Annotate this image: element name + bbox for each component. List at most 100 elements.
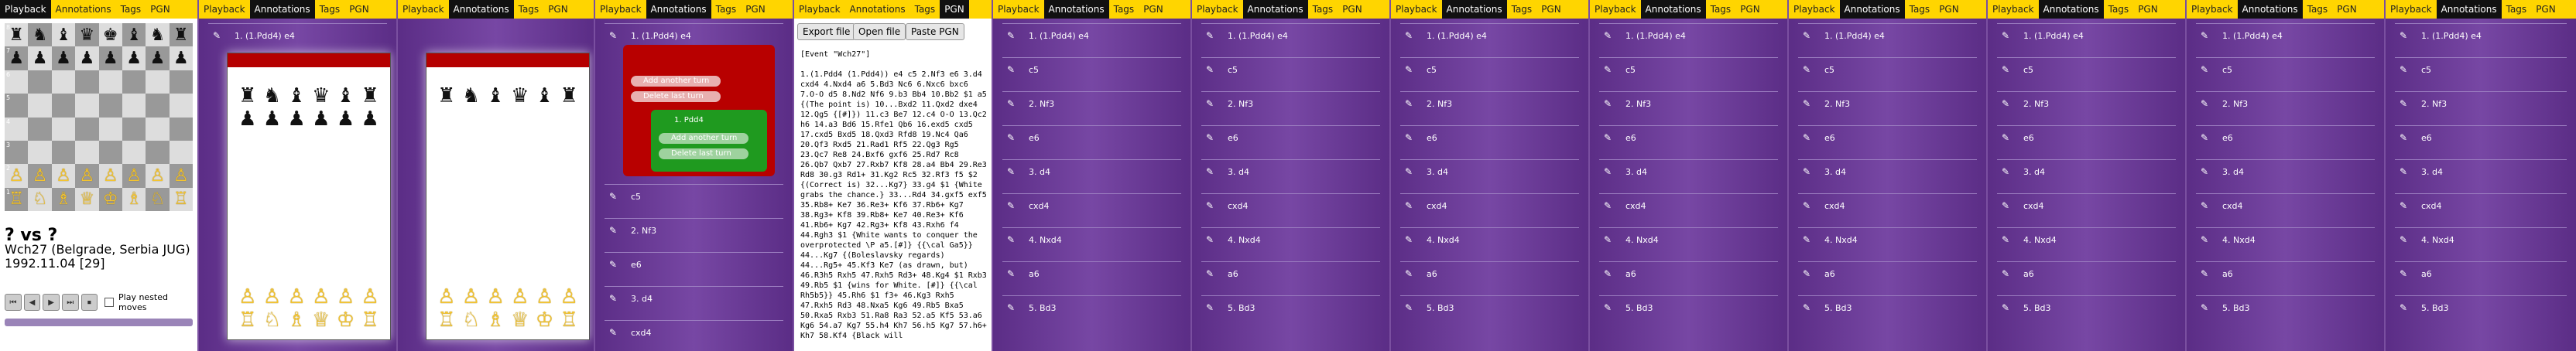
move-row[interactable]: ✎ 1. (1.Pdd4) e4: [1002, 23, 1181, 47]
chess-piece[interactable]: ♙: [56, 166, 71, 186]
edit-icon[interactable]: ✎: [1803, 166, 1814, 177]
move-row[interactable]: ✎ a6: [1599, 261, 1778, 285]
edit-icon[interactable]: ✎: [2002, 234, 2012, 245]
add-turn-button[interactable]: Add another turn: [659, 133, 748, 144]
chess-piece[interactable]: ♝: [126, 26, 142, 45]
board-square[interactable]: [75, 140, 99, 165]
tab-annotations[interactable]: Annotations: [1640, 0, 1706, 19]
edit-icon[interactable]: ✎: [2400, 166, 2410, 177]
tab-pgn[interactable]: PGN: [146, 0, 175, 19]
chess-piece[interactable]: ♖: [9, 189, 24, 209]
edit-icon[interactable]: ✎: [1206, 64, 1217, 75]
board-square[interactable]: ♚: [98, 23, 122, 47]
tab-pgn[interactable]: PGN: [2133, 0, 2163, 19]
tab-tags[interactable]: Tags: [1507, 0, 1537, 19]
chess-piece[interactable]: ♙: [79, 166, 94, 186]
tab-pgn[interactable]: PGN: [1139, 0, 1168, 19]
chess-piece[interactable]: ♛: [79, 26, 94, 45]
next-move-button[interactable]: ▶: [43, 294, 60, 311]
board-square[interactable]: [146, 140, 170, 165]
move-row[interactable]: ✎ 1. (1.Pdd4) e4: [1599, 23, 1778, 47]
move-row[interactable]: ✎ c5: [1997, 57, 2176, 81]
edit-icon[interactable]: ✎: [2002, 166, 2012, 177]
chess-piece[interactable]: ♙: [33, 166, 48, 186]
edit-icon[interactable]: ✎: [2400, 234, 2410, 245]
board-square[interactable]: [146, 117, 170, 141]
move-row[interactable]: ✎ 1. (1.Pdd4) e4: [1997, 23, 2176, 47]
edit-icon[interactable]: ✎: [2002, 268, 2012, 279]
move-row[interactable]: ✎ 2. Nf3: [1002, 91, 1181, 115]
board-square[interactable]: ♟: [28, 46, 52, 70]
export-file-button[interactable]: Export file: [797, 23, 856, 40]
move-row[interactable]: ✎ e6: [1201, 125, 1380, 149]
tab-pgn[interactable]: PGN: [2332, 0, 2362, 19]
chess-piece[interactable]: ♟: [79, 49, 94, 68]
board-square[interactable]: [169, 70, 193, 94]
move-row[interactable]: ✎ cxd4: [2196, 193, 2375, 217]
move-row[interactable]: ✎ cxd4: [2395, 193, 2567, 217]
board-square[interactable]: [51, 117, 76, 141]
tab-playback[interactable]: Playback: [1988, 0, 2039, 19]
stop-button[interactable]: ⏹: [80, 294, 98, 311]
edit-icon[interactable]: ✎: [2400, 30, 2410, 41]
edit-icon[interactable]: ✎: [1206, 132, 1217, 143]
board-square[interactable]: ♟: [75, 46, 99, 70]
board-square[interactable]: 1 ♖: [5, 187, 29, 211]
board-square[interactable]: [75, 70, 99, 94]
move-row[interactable]: ✎ e6: [1400, 125, 1579, 149]
move-row[interactable]: ✎ 1. (1.Pdd4) e4: [2196, 23, 2375, 47]
move-row[interactable]: ✎ 3. d4: [605, 286, 783, 310]
chess-piece[interactable]: ♝: [56, 26, 71, 45]
move-row[interactable]: ✎ 1. (1.Pdd4) e4: [1201, 23, 1380, 47]
edit-icon[interactable]: ✎: [609, 191, 620, 202]
move-row[interactable]: ✎ c5: [1599, 57, 1778, 81]
move-row[interactable]: ✎ 2. Nf3: [1201, 91, 1380, 115]
chess-piece[interactable]: ♙: [126, 166, 142, 186]
chess-piece[interactable]: ♖: [173, 189, 189, 209]
chess-piece[interactable]: ♟: [103, 49, 118, 68]
move-row[interactable]: ✎ 2. Nf3: [2196, 91, 2375, 115]
edit-icon[interactable]: ✎: [2002, 302, 2012, 313]
edit-icon[interactable]: ✎: [1206, 200, 1217, 211]
board-square[interactable]: [51, 94, 76, 118]
board-square[interactable]: [98, 117, 122, 141]
move-row[interactable]: ✎ 5. Bd3: [1400, 295, 1579, 319]
edit-icon[interactable]: ✎: [1206, 302, 1217, 313]
paste-pgn-button[interactable]: Paste PGN: [906, 23, 964, 40]
move-row[interactable]: ✎ e6: [2196, 125, 2375, 149]
board-square[interactable]: ♖: [169, 187, 193, 211]
board-square[interactable]: ♞: [146, 23, 170, 47]
tab-annotations[interactable]: Annotations: [646, 0, 711, 19]
chess-piece[interactable]: ♗: [126, 189, 142, 209]
edit-icon[interactable]: ✎: [1803, 200, 1814, 211]
edit-icon[interactable]: ✎: [609, 327, 620, 338]
tab-pgn[interactable]: PGN: [2531, 0, 2561, 19]
board-square[interactable]: 8 ♜: [5, 23, 29, 47]
board-square[interactable]: ♟: [169, 46, 193, 70]
board-square[interactable]: [146, 94, 170, 118]
move-row[interactable]: ✎ cxd4: [1599, 193, 1778, 217]
move-row[interactable]: ✎ 4. Nxd4: [1997, 227, 2176, 251]
chess-piece[interactable]: ♔: [103, 189, 118, 209]
edit-icon[interactable]: ✎: [1803, 268, 1814, 279]
board-square[interactable]: [75, 94, 99, 118]
edit-icon[interactable]: ✎: [1803, 30, 1814, 41]
move-row[interactable]: ✎ 1. (1.Pdd4) e4: [1798, 23, 1977, 47]
tab-playback[interactable]: Playback: [1192, 0, 1243, 19]
chess-piece[interactable]: ♚: [103, 26, 118, 45]
edit-icon[interactable]: ✎: [2400, 200, 2410, 211]
board-square[interactable]: ♘: [146, 187, 170, 211]
move-row[interactable]: ✎ 3. d4: [2395, 159, 2567, 183]
move-row[interactable]: ✎ a6: [1997, 261, 2176, 285]
tab-tags[interactable]: Tags: [711, 0, 742, 19]
chess-piece[interactable]: ♟: [150, 49, 166, 68]
board-square[interactable]: [98, 140, 122, 165]
tab-playback[interactable]: Playback: [0, 0, 51, 19]
move-row[interactable]: ✎ c5: [1201, 57, 1380, 81]
board-square[interactable]: ♙: [169, 164, 193, 188]
move-row[interactable]: ✎ c5: [2395, 57, 2567, 81]
tab-annotations[interactable]: Annotations: [2237, 0, 2303, 19]
tab-pgn[interactable]: PGN: [1536, 0, 1566, 19]
chess-piece[interactable]: ♕: [79, 189, 94, 209]
first-move-button[interactable]: ⏮: [5, 294, 22, 311]
